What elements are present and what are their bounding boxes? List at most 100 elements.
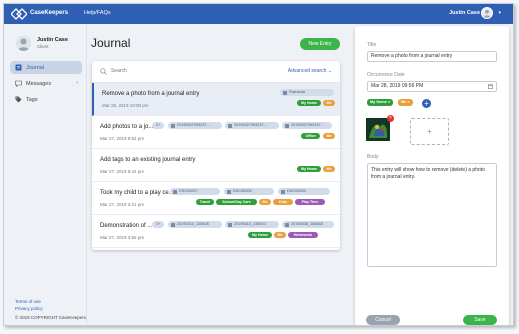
entry-date: Mar 27, 2019 3:21 pm xyxy=(100,202,145,207)
photo-thumbnail[interactable] xyxy=(366,118,390,141)
tag-school-day-care[interactable]: School/Day Care xyxy=(216,199,257,205)
app-window: CaseKeepers Help/FAQs Justin Case ▾ Just… xyxy=(3,3,514,326)
privacy-link[interactable]: Privacy policy xyxy=(15,305,43,312)
tag-my-home[interactable]: My Home xyxy=(297,100,321,106)
calendar-icon[interactable] xyxy=(488,84,493,89)
tag-me[interactable]: Me xyxy=(323,100,335,106)
help-faqs-link[interactable]: Help/FAQs xyxy=(84,10,111,16)
user-icon xyxy=(483,9,491,18)
diamond-logo-icon[interactable] xyxy=(11,8,27,20)
top-navbar: CaseKeepers Help/FAQs Justin Case ▾ xyxy=(4,4,513,24)
sidebar-item-messages[interactable]: Messages › xyxy=(10,77,82,90)
attachment-chip[interactable]: 20190327093237... xyxy=(225,122,279,129)
sidebar-item-label: Tags xyxy=(26,96,38,103)
attachment-chip[interactable]: Pasuenia xyxy=(280,89,334,96)
user-name[interactable]: Justin Case xyxy=(449,10,480,16)
tag-homework[interactable]: Homework xyxy=(288,232,318,238)
attachment-name: 20190327093237... xyxy=(291,123,324,127)
entry-title: Remove a photo from a journal entry xyxy=(102,91,200,97)
entry-title: Add tags to an existing journal entry xyxy=(100,157,196,163)
copyright-text: © 2019 COPYRIGHT CaseKeepers xyxy=(15,315,87,320)
date-label: Occurrence Date xyxy=(367,72,405,78)
tag-my-home[interactable]: My Home xyxy=(248,232,272,238)
attachment-name: DSC00006 xyxy=(287,189,306,193)
journal-entry[interactable]: Remove a photo from a journal entry Mar … xyxy=(92,83,340,116)
attachment-chip[interactable]: 20190310_135010 xyxy=(225,221,279,228)
tag-icon xyxy=(15,96,22,103)
journal-entry[interactable]: Add photos to a jo... Mar 27, 2019 9:52 … xyxy=(92,116,340,149)
image-icon xyxy=(171,123,175,128)
tag-list: Travel School/Day Care Me Kids Play Time xyxy=(196,199,335,206)
tag-office[interactable]: Office xyxy=(301,133,320,139)
tag-list: My Home Me Homework xyxy=(248,232,335,239)
tag-travel[interactable]: Travel xyxy=(196,199,214,205)
tag-me[interactable]: Me xyxy=(274,232,286,238)
entry-date: Mar 27, 2019 9:52 pm xyxy=(100,136,145,141)
more-attachments-chip[interactable]: 1+ xyxy=(152,122,164,129)
journal-entry[interactable]: Demonstration of ... Mar 27, 2019 3:55 p… xyxy=(92,215,340,248)
tag-me[interactable]: Me xyxy=(259,199,271,205)
sidebar-item-journal[interactable]: Journal xyxy=(10,61,82,74)
sidebar-avatar xyxy=(16,36,31,51)
entry-date: Mar 27, 2019 3:55 pm xyxy=(100,235,145,240)
new-entry-button[interactable]: New Entry xyxy=(300,38,340,50)
tag-me-removable[interactable]: Me × xyxy=(398,99,413,106)
body-textarea[interactable]: This entry will show how to remove (dele… xyxy=(367,163,497,267)
attachment-name: Pasuenia xyxy=(289,90,305,94)
entry-detail-panel: Title Remove a photo from a journal entr… xyxy=(355,26,509,325)
photo-image xyxy=(366,118,390,141)
add-photo-button[interactable]: + xyxy=(410,118,449,145)
tag-play-time[interactable]: Play Time xyxy=(295,199,325,205)
date-field[interactable]: Mar 28, 2019 09:56 PM xyxy=(367,81,497,92)
tag-my-home[interactable]: My Home xyxy=(297,166,321,172)
image-icon xyxy=(228,222,232,227)
attachment-chip[interactable]: DSC00006 xyxy=(278,188,330,195)
more-attachments-chip[interactable]: 1+ xyxy=(152,221,164,228)
journal-list-card: Advanced search ⌄ Remove a photo from a … xyxy=(92,61,340,250)
tag-list: My Home Me xyxy=(297,166,335,173)
attachment-chip[interactable]: 20190327093237... xyxy=(168,122,222,129)
attachment-name: DSC00007 xyxy=(179,189,198,193)
journal-entry[interactable]: Add tags to an existing journal entry Ma… xyxy=(92,149,340,182)
sidebar: Justin Case Client Journal Messages › Ta… xyxy=(4,24,87,325)
tag-my-home-removable[interactable]: My Home × xyxy=(367,99,394,106)
attachment-chip[interactable]: 20190310_125408 xyxy=(168,221,222,228)
tag-me[interactable]: Me xyxy=(323,133,335,139)
search-icon xyxy=(100,68,107,75)
title-label: Title xyxy=(367,42,377,48)
image-icon xyxy=(171,222,175,227)
tag-list: My Home Me xyxy=(297,100,335,107)
tag-kids[interactable]: Kids xyxy=(273,199,293,205)
search-input[interactable] xyxy=(111,66,231,76)
save-button[interactable]: Save xyxy=(463,315,497,325)
title-field[interactable]: Remove a photo from a journal entry xyxy=(367,51,497,62)
entry-title: Demonstration of ... xyxy=(100,223,153,229)
book-icon xyxy=(15,64,22,71)
attachment-name: 20190308_165848 xyxy=(291,222,323,226)
cancel-button[interactable]: Cancel xyxy=(366,315,400,325)
add-tag-button[interactable]: + xyxy=(422,99,431,108)
journal-entry[interactable]: Took my child to a play ce... Mar 27, 20… xyxy=(92,182,340,215)
attachment-name: 20190327093237... xyxy=(177,123,210,127)
attachment-chip[interactable]: 20190327093237... xyxy=(282,122,332,129)
attachment-chip[interactable]: DSC00005 xyxy=(224,188,274,195)
terms-link[interactable]: Terms of use xyxy=(15,298,43,305)
date-value: Mar 28, 2019 09:56 PM xyxy=(371,83,424,89)
chevron-down-icon[interactable]: ▾ xyxy=(498,10,501,16)
brand-name[interactable]: CaseKeepers xyxy=(30,10,68,16)
sidebar-item-label: Journal xyxy=(26,64,45,71)
attachment-chip[interactable]: 20190308_165848 xyxy=(282,221,334,228)
remove-photo-button[interactable]: × xyxy=(387,115,394,122)
attachment-name: 20190310_125408 xyxy=(177,222,209,226)
tag-me[interactable]: Me xyxy=(323,166,335,172)
avatar[interactable] xyxy=(481,7,493,19)
advanced-search-link[interactable]: Advanced search ⌄ xyxy=(288,68,332,74)
image-icon xyxy=(285,123,289,128)
entry-title: Took my child to a play ce... xyxy=(100,190,174,196)
chevron-right-icon: › xyxy=(76,80,78,86)
image-icon xyxy=(281,189,285,194)
entry-title: Add photos to a jo... xyxy=(100,124,154,130)
attachment-chip[interactable]: DSC00007 xyxy=(170,188,220,195)
sidebar-item-tags[interactable]: Tags xyxy=(10,93,82,106)
selected-tags: My Home × Me × xyxy=(367,99,427,107)
